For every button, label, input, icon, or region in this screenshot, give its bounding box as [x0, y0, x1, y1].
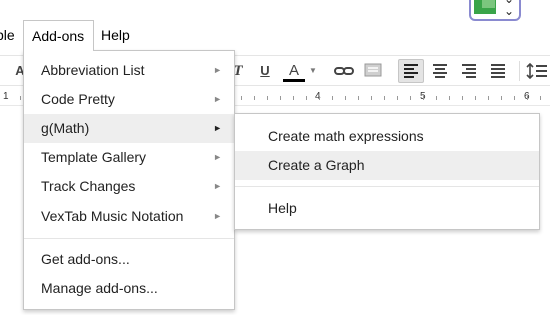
menu-item-label: Code Pretty [41, 91, 115, 107]
ruler-tick [475, 96, 476, 100]
ruler-tick [254, 96, 255, 100]
submenu-arrow-icon: ► [213, 123, 222, 133]
ruler-label: 1 [3, 91, 9, 102]
submenu-item-create-graph[interactable]: Create a Graph [235, 151, 539, 180]
ruler-tick [423, 96, 424, 100]
menu-separator [235, 186, 539, 187]
link-button[interactable] [333, 59, 355, 83]
menu-item-label: Manage add-ons... [41, 280, 158, 296]
submenu-arrow-icon: ► [213, 152, 222, 162]
ruler-tick [371, 96, 372, 100]
align-center-icon [433, 64, 447, 78]
menu-table[interactable]: ble [0, 20, 15, 50]
ruler-tick [319, 96, 320, 100]
submenu-item-label: Create a Graph [268, 157, 365, 173]
text-color-button[interactable]: A [283, 59, 305, 83]
ruler-tick [384, 96, 385, 100]
link-icon [334, 67, 354, 75]
ruler-tick [462, 96, 463, 100]
menu-item-template-gallery[interactable]: Template Gallery ► [24, 143, 234, 172]
ruler-tick [449, 96, 450, 100]
ruler-tick [267, 96, 268, 100]
submenu-arrow-icon: ► [213, 211, 222, 221]
ruler-tick [488, 96, 489, 100]
menu-item-label: VexTab Music Notation [41, 208, 184, 224]
menu-item-code-pretty[interactable]: Code Pretty ► [24, 85, 234, 114]
menu-item-label: g(Math) [41, 120, 90, 136]
ruler-tick [501, 96, 502, 100]
ruler-tick [540, 96, 541, 100]
menu-item-label: Get add-ons... [41, 251, 130, 267]
align-left-icon [404, 64, 418, 78]
ruler-tick [293, 96, 294, 100]
submenu-item-label: Create math expressions [268, 128, 424, 144]
line-spacing-icon [526, 62, 547, 80]
menu-help[interactable]: Help [101, 20, 130, 50]
text-color-dropdown-icon[interactable]: ▼ [309, 59, 317, 83]
toolbar-divider [519, 61, 520, 81]
addon-logo-button[interactable]: ⌄⌄ [469, 0, 521, 21]
ruler-tick [306, 96, 307, 100]
submenu-arrow-icon: ► [213, 94, 222, 104]
menu-item-get-addons[interactable]: Get add-ons... [24, 245, 234, 274]
gmath-submenu: Create math expressions Create a Graph H… [234, 113, 540, 230]
comment-button[interactable] [362, 59, 384, 83]
underline-button[interactable]: U [257, 59, 273, 83]
addon-logo-highlight [482, 0, 495, 8]
menu-addons[interactable]: Add-ons [23, 20, 94, 51]
ruler-tick [241, 96, 242, 100]
menu-separator [24, 238, 234, 239]
submenu-item-help[interactable]: Help [235, 194, 539, 223]
menu-item-track-changes[interactable]: Track Changes ► [24, 172, 234, 201]
text-color-icon: A [288, 62, 299, 79]
menu-item-label: Template Gallery [41, 149, 147, 165]
ruler-tick [20, 96, 21, 100]
menu-item-abbreviation-list[interactable]: Abbreviation List ► [24, 56, 234, 85]
ruler-tick [345, 96, 346, 100]
menubar: ble Add-ons Help [0, 20, 550, 51]
ruler-tick [514, 96, 515, 100]
justify-button[interactable] [486, 59, 510, 83]
align-left-button[interactable] [398, 59, 424, 83]
align-right-icon [462, 64, 476, 78]
ruler-tick [397, 96, 398, 100]
ruler-tick [358, 96, 359, 100]
menu-item-manage-addons[interactable]: Manage add-ons... [24, 274, 234, 303]
submenu-arrow-icon: ► [213, 65, 222, 75]
align-right-button[interactable] [457, 59, 481, 83]
submenu-item-create-math-expressions[interactable]: Create math expressions [235, 122, 539, 151]
addons-dropdown-menu: Abbreviation List ► Code Pretty ► g(Math… [23, 50, 235, 310]
menu-item-label: Track Changes [41, 178, 136, 194]
chevron-down-icon: ⌄⌄ [504, 0, 515, 18]
text-color-bar [283, 79, 305, 82]
ruler-tick [280, 96, 281, 100]
menu-item-gmath[interactable]: g(Math) ► [24, 114, 234, 143]
menu-item-vextab-music-notation[interactable]: VexTab Music Notation ► [24, 202, 234, 231]
line-spacing-button[interactable] [526, 59, 548, 83]
submenu-item-label: Help [268, 200, 297, 216]
justify-icon [491, 64, 505, 78]
ruler-tick [410, 96, 411, 100]
ruler-tick [527, 96, 528, 100]
comment-icon [364, 63, 382, 77]
ruler-tick [332, 96, 333, 100]
align-center-button[interactable] [428, 59, 452, 83]
submenu-arrow-icon: ► [213, 181, 222, 191]
menu-item-label: Abbreviation List [41, 62, 145, 78]
ruler-tick [436, 96, 437, 100]
